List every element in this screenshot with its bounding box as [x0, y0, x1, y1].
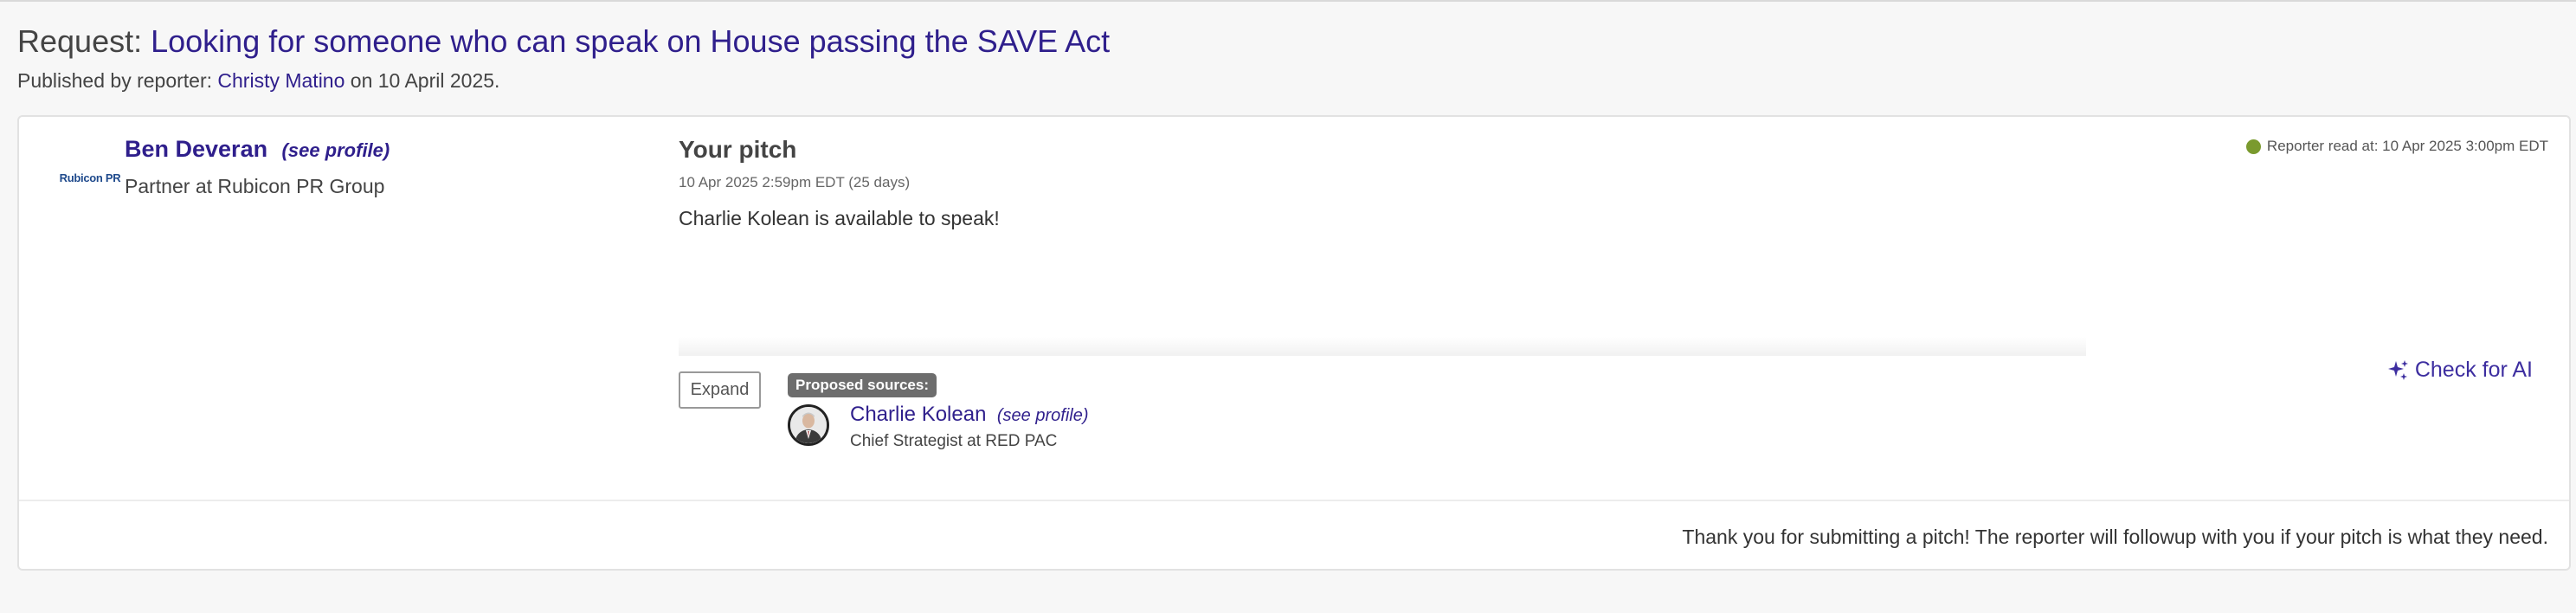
company-logo: Rubicon PR: [43, 160, 137, 195]
pitch-body: Charlie Kolean is available to speak!: [679, 207, 1000, 229]
top-divider: [0, 0, 2576, 2]
sparkle-icon: [2387, 359, 2408, 380]
request-title-line: Request: Looking for someone who can spe…: [17, 23, 1110, 61]
card-footer-divider: [19, 500, 2569, 501]
request-prefix: Request:: [17, 23, 143, 59]
pitch-timestamp: 10 Apr 2025 2:59pm EDT (25 days): [679, 174, 911, 190]
pitch-section: Your pitch 10 Apr 2025 2:59pm EDT (25 da…: [679, 136, 1000, 230]
pitcher-title: Partner at Rubicon PR Group: [125, 175, 385, 197]
pitch-card: Rubicon PR Ben Deveran (see profile) Par…: [17, 115, 2571, 571]
published-date: on 10 April 2025.: [345, 69, 500, 92]
request-header: Request: Looking for someone who can spe…: [17, 23, 1110, 93]
see-profile-link[interactable]: (see profile): [282, 139, 390, 161]
proposed-sources-badge: Proposed sources:: [788, 373, 937, 397]
published-prefix: Published by reporter:: [17, 69, 213, 92]
published-by-line: Published by reporter: Christy Matino on…: [17, 69, 1110, 93]
read-status-dot-icon: [2245, 139, 2261, 154]
reporter-name-link[interactable]: Christy Matino: [217, 69, 345, 92]
source-title: Chief Strategist at RED PAC: [850, 432, 1058, 450]
footer-message: Thank you for submitting a pitch! The re…: [1682, 526, 2548, 548]
expand-button[interactable]: Expand: [679, 371, 761, 409]
pitcher-name[interactable]: Ben Deveran: [125, 136, 267, 162]
check-for-ai-button[interactable]: Check for AI: [2387, 358, 2533, 383]
read-status-text: Reporter read at: 10 Apr 2025 3:00pm EDT: [2266, 138, 2548, 154]
source-see-profile-link[interactable]: (see profile): [997, 406, 1089, 425]
source-avatar: [788, 404, 829, 446]
person-avatar-icon: [790, 407, 827, 443]
source-info: Charlie Kolean (see profile) Chief Strat…: [850, 403, 1089, 451]
pitch-fade-overlay: [679, 337, 2086, 356]
reporter-read-status: Reporter read at: 10 Apr 2025 3:00pm EDT: [2245, 138, 2548, 155]
pitch-heading: Your pitch: [679, 136, 797, 163]
company-logo-text: Rubicon PR: [59, 171, 121, 184]
request-title-link[interactable]: Looking for someone who can speak on Hou…: [151, 23, 1110, 59]
pitcher-info: Ben Deveran (see profile) Partner at Rub…: [125, 136, 390, 198]
source-name-link[interactable]: Charlie Kolean: [850, 403, 986, 426]
check-for-ai-label: Check for AI: [2414, 358, 2533, 382]
